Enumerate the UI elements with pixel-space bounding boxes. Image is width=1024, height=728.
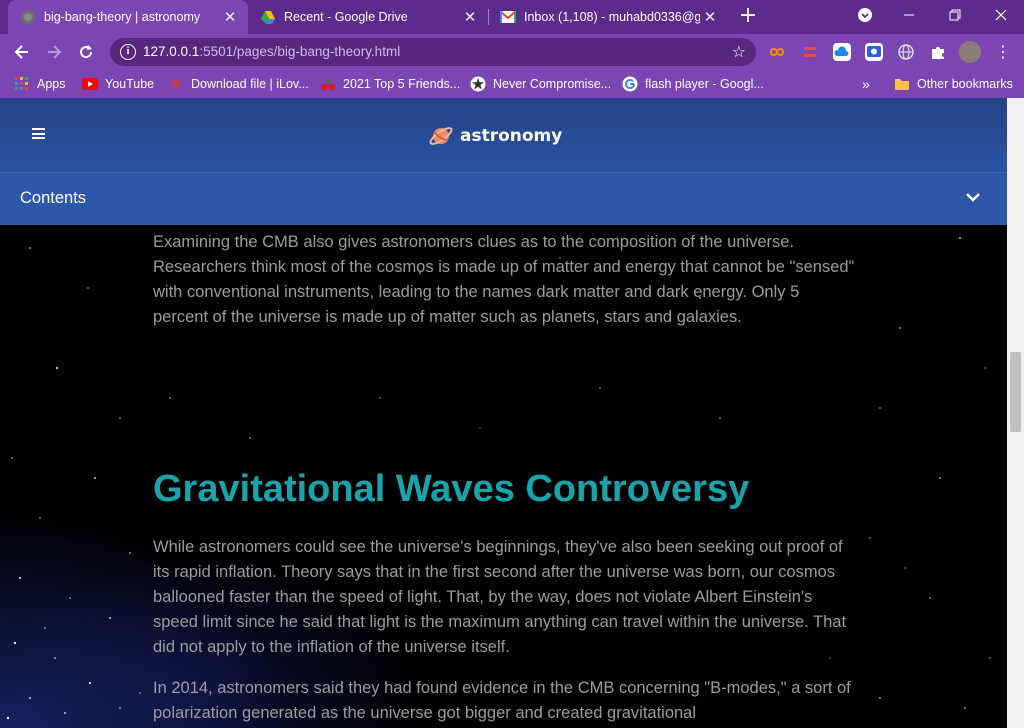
bookmark-label: Never Compromise... [493, 77, 612, 91]
browser-tabstrip: big-bang-theory | astronomy ✕ Recent - G… [0, 0, 1024, 34]
folder-icon [894, 76, 910, 92]
bookmark-top-5-friends[interactable]: 2021 Top 5 Friends... [320, 76, 460, 92]
site-navbar: astronomy [0, 98, 1007, 172]
heart-icon: ♥ [171, 75, 181, 93]
section-heading: Gravitational Waves Controversy [153, 468, 750, 510]
shield-icon [470, 76, 486, 92]
site-info-icon[interactable]: i [120, 44, 136, 60]
extension-cloud-icon[interactable] [833, 43, 851, 61]
bookmark-label: YouTube [105, 77, 155, 91]
bookmarks-overflow-chevron-icon[interactable]: » [862, 76, 870, 92]
youtube-icon [82, 76, 98, 92]
paragraph-inflation: While astronomers could see the universe… [153, 538, 847, 656]
bookmark-label: Apps [37, 77, 66, 91]
back-arrow-icon [14, 45, 28, 59]
bookmarks-bar: Apps YouTube ♥ Download file | iLov... 2… [0, 70, 1024, 98]
close-icon [995, 9, 1007, 21]
tab-gmail-inbox[interactable]: Inbox (1,108) - muhabd0336@gm ✕ [488, 0, 728, 34]
profile-avatar[interactable] [959, 41, 981, 63]
restore-button[interactable] [932, 0, 978, 30]
planet-icon [429, 127, 453, 145]
browser-toolbar: i 127.0.0.1:5501/pages/big-bang-theory.h… [0, 34, 1024, 70]
gmail-icon [500, 9, 516, 25]
bookmark-flash-player[interactable]: flash player - Googl... [622, 76, 764, 92]
bookmark-label: Download file | iLov... [191, 77, 309, 91]
tab-google-drive[interactable]: Recent - Google Drive ✕ [248, 0, 488, 34]
contents-dropdown[interactable]: Contents [0, 172, 1007, 225]
forward-arrow-icon [48, 45, 62, 59]
bookmark-youtube[interactable]: YouTube [82, 76, 154, 92]
google-drive-icon [260, 9, 276, 25]
close-window-button[interactable] [978, 0, 1024, 30]
bookmark-label: flash player - Googl... [645, 77, 764, 91]
globe-icon [20, 9, 36, 25]
tab-title: big-bang-theory | astronomy [44, 10, 201, 24]
cherries-icon [320, 76, 336, 92]
close-tab-icon[interactable]: ✕ [220, 8, 240, 26]
chevron-down-icon [966, 193, 980, 202]
tab-title: Inbox (1,108) - muhabd0336@gm [524, 10, 700, 24]
reload-button[interactable] [73, 40, 99, 64]
bookmark-other-bookmarks[interactable]: Other bookmarks [894, 76, 1013, 92]
extension-stripes-icon[interactable] [801, 43, 819, 61]
tab-big-bang-theory[interactable]: big-bang-theory | astronomy ✕ [8, 0, 248, 34]
scrollbar-thumb[interactable] [1010, 352, 1021, 432]
bookmark-label: Other bookmarks [917, 77, 1013, 91]
paragraph-cmb-composition: Examining the CMB also gives astronomers… [153, 233, 855, 326]
chevron-down-icon [858, 8, 872, 22]
apps-grid-icon [14, 76, 30, 92]
tab-search-button[interactable] [842, 0, 888, 30]
page-viewport: astronomy Contents Examining the CMB als… [0, 98, 1007, 728]
extension-screen-icon[interactable] [865, 43, 883, 61]
contents-label: Contents [20, 189, 87, 207]
forward-button[interactable] [41, 40, 67, 64]
minimize-button[interactable] [886, 0, 932, 30]
bookmark-star-icon[interactable]: ☆ [732, 42, 746, 61]
menu-kebab-icon[interactable]: ⋮ [994, 43, 1012, 61]
extension-infinity-icon[interactable] [768, 43, 786, 61]
restore-icon [949, 9, 961, 21]
extension-globe-icon[interactable] [897, 43, 915, 61]
tab-title: Recent - Google Drive [284, 10, 408, 24]
hamburger-menu-icon[interactable] [32, 128, 45, 139]
close-tab-icon[interactable]: ✕ [700, 8, 720, 26]
url-path: :5501/pages/big-bang-theory.html [199, 44, 401, 59]
url-text[interactable]: 127.0.0.1:5501/pages/big-bang-theory.htm… [143, 44, 400, 59]
bookmark-label: 2021 Top 5 Friends... [343, 77, 461, 91]
google-icon [622, 76, 638, 92]
extensions-puzzle-icon[interactable] [929, 43, 947, 61]
address-bar[interactable]: i 127.0.0.1:5501/pages/big-bang-theory.h… [110, 38, 756, 66]
url-host: 127.0.0.1 [143, 44, 200, 59]
page-scrollbar[interactable] [1007, 98, 1024, 728]
paragraph-b-modes: In 2014, astronomers said they had found… [153, 679, 851, 722]
site-logo[interactable]: astronomy [428, 123, 562, 149]
back-button[interactable] [9, 40, 35, 64]
reload-icon [80, 45, 93, 59]
new-tab-button[interactable]: + [737, 4, 759, 30]
close-tab-icon[interactable]: ✕ [460, 8, 480, 26]
bookmark-never-compromise[interactable]: Never Compromise... [470, 76, 611, 92]
bookmark-ilovepdf[interactable]: ♥ Download file | iLov... [168, 75, 309, 93]
minimize-icon [904, 14, 914, 16]
bookmark-apps[interactable]: Apps [14, 76, 66, 92]
site-name: astronomy [460, 126, 563, 146]
